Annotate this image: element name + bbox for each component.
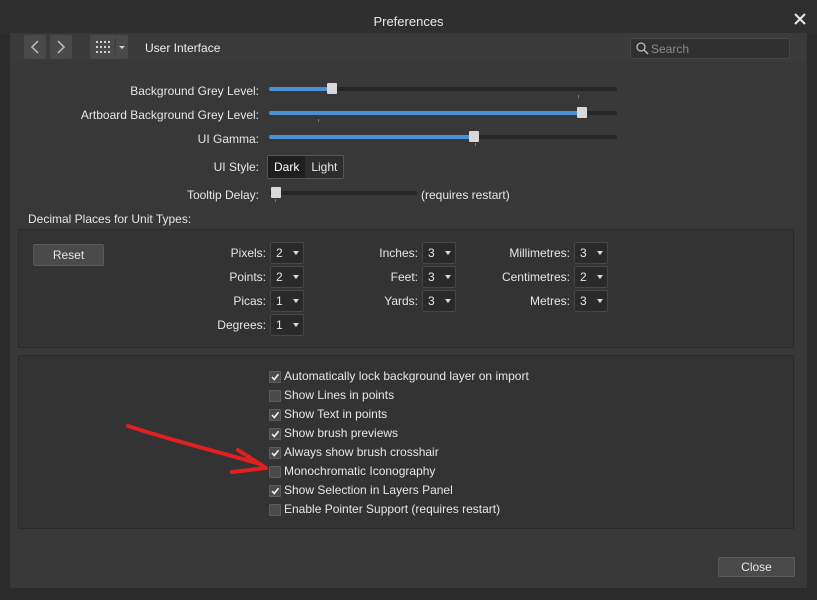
tooltip-delay-label: Tooltip Delay:	[186, 188, 259, 202]
option-label: Show Lines in points	[284, 388, 395, 402]
categories-grid-button[interactable]	[90, 35, 128, 59]
slider-fill	[269, 135, 475, 139]
slider-thumb[interactable]	[271, 187, 281, 198]
option-label: Automatically lock background layer on i…	[284, 369, 529, 383]
option-label: Monochromatic Iconography	[284, 464, 436, 478]
option-label: Always show brush crosshair	[284, 445, 439, 459]
slider-fill	[269, 111, 583, 115]
checkbox[interactable]	[269, 504, 281, 516]
reset-button[interactable]: Reset	[33, 244, 104, 266]
decimal-section-title: Decimal Places for Unit Types:	[28, 212, 192, 226]
unit-label-degrees: Degrees:	[217, 318, 266, 332]
slider-tick	[318, 119, 319, 122]
chevron-down-icon	[445, 299, 451, 303]
slider-thumb[interactable]	[577, 107, 588, 118]
tooltip-delay-slider[interactable]	[269, 191, 417, 195]
chevron-down-icon	[293, 275, 299, 279]
ui-style-light[interactable]: Light	[305, 156, 343, 178]
ui-style-toggle: Dark Light	[267, 155, 345, 179]
forward-button[interactable]	[50, 35, 72, 59]
feet-decimals-dropdown[interactable]: 3	[422, 266, 456, 288]
toolbar: User Interface Search	[10, 33, 807, 62]
breadcrumb: User Interface	[145, 41, 221, 55]
checkbox[interactable]	[269, 485, 281, 497]
slider-tick	[275, 199, 276, 202]
search-icon	[636, 42, 649, 55]
points-decimals-dropdown[interactable]: 2	[270, 266, 304, 288]
unit-label-metres: Metres:	[529, 294, 570, 308]
centimetres-decimals-dropdown[interactable]: 2	[574, 266, 608, 288]
pixels-decimals-dropdown[interactable]: 2	[270, 242, 304, 264]
slider-thumb[interactable]	[469, 131, 480, 142]
artboard-grey-slider[interactable]	[269, 111, 617, 115]
chevron-down-icon	[445, 275, 451, 279]
option-label: Show brush previews	[284, 426, 399, 440]
chevron-down-icon	[445, 251, 451, 255]
chevron-down-icon	[119, 46, 125, 49]
degrees-decimals-dropdown[interactable]: 1	[270, 314, 304, 336]
ui-style-label: UI Style:	[213, 160, 259, 174]
tooltip-restart-note: (requires restart)	[421, 188, 510, 202]
unit-label-points: Points:	[229, 270, 266, 284]
background-grey-label: Background Grey Level:	[130, 84, 259, 98]
option-label: Show Selection in Layers Panel	[284, 483, 453, 497]
unit-label-picas: Picas:	[233, 294, 266, 308]
metres-decimals-dropdown[interactable]: 3	[574, 290, 608, 312]
chevron-down-icon	[597, 275, 603, 279]
unit-label-centimetres: Centimetres:	[501, 270, 570, 284]
annotation-arrow	[126, 424, 268, 474]
title-bar: Preferences	[0, 0, 817, 33]
unit-label-pixels: Pixels:	[230, 246, 266, 260]
checkmark-icon	[271, 487, 280, 495]
millimetres-decimals-dropdown[interactable]: 3	[574, 242, 608, 264]
chevron-down-icon	[597, 251, 603, 255]
artboard-grey-label: Artboard Background Grey Level:	[80, 108, 259, 122]
chevron-left-icon	[30, 40, 39, 54]
back-button[interactable]	[24, 35, 46, 59]
ui-gamma-label: UI Gamma:	[197, 132, 259, 146]
option-label: Show Text in points	[284, 407, 388, 421]
slider-tick	[475, 143, 476, 146]
unit-label-inches: Inches:	[379, 246, 418, 260]
grid-icon	[96, 38, 125, 56]
slider-thumb[interactable]	[326, 83, 337, 94]
checkbox[interactable]	[269, 371, 281, 383]
background-grey-slider[interactable]	[269, 87, 617, 91]
search-placeholder: Search	[651, 42, 690, 56]
unit-label-feet: Feet:	[390, 270, 418, 284]
yards-decimals-dropdown[interactable]: 3	[422, 290, 456, 312]
inches-decimals-dropdown[interactable]: 3	[422, 242, 456, 264]
unit-label-millimetres: Millimetres:	[509, 246, 570, 260]
ui-style-dark[interactable]: Dark	[268, 156, 306, 178]
checkbox[interactable]	[269, 390, 281, 402]
search-input[interactable]: Search	[630, 38, 790, 59]
close-icon[interactable]	[793, 12, 807, 26]
chevron-down-icon	[293, 323, 299, 327]
picas-decimals-dropdown[interactable]: 1	[270, 290, 304, 312]
option-label: Enable Pointer Support (requires restart…	[284, 502, 501, 516]
slider-fill	[269, 87, 332, 91]
unit-label-yards: Yards:	[384, 294, 418, 308]
chevron-right-icon	[57, 40, 66, 54]
checkmark-icon	[271, 373, 280, 381]
chevron-down-icon	[597, 299, 603, 303]
window-title: Preferences	[373, 14, 444, 29]
chevron-down-icon	[293, 251, 299, 255]
close-button[interactable]: Close	[718, 557, 795, 577]
slider-tick	[578, 95, 579, 98]
ui-gamma-slider[interactable]	[269, 135, 617, 139]
chevron-down-icon	[293, 299, 299, 303]
